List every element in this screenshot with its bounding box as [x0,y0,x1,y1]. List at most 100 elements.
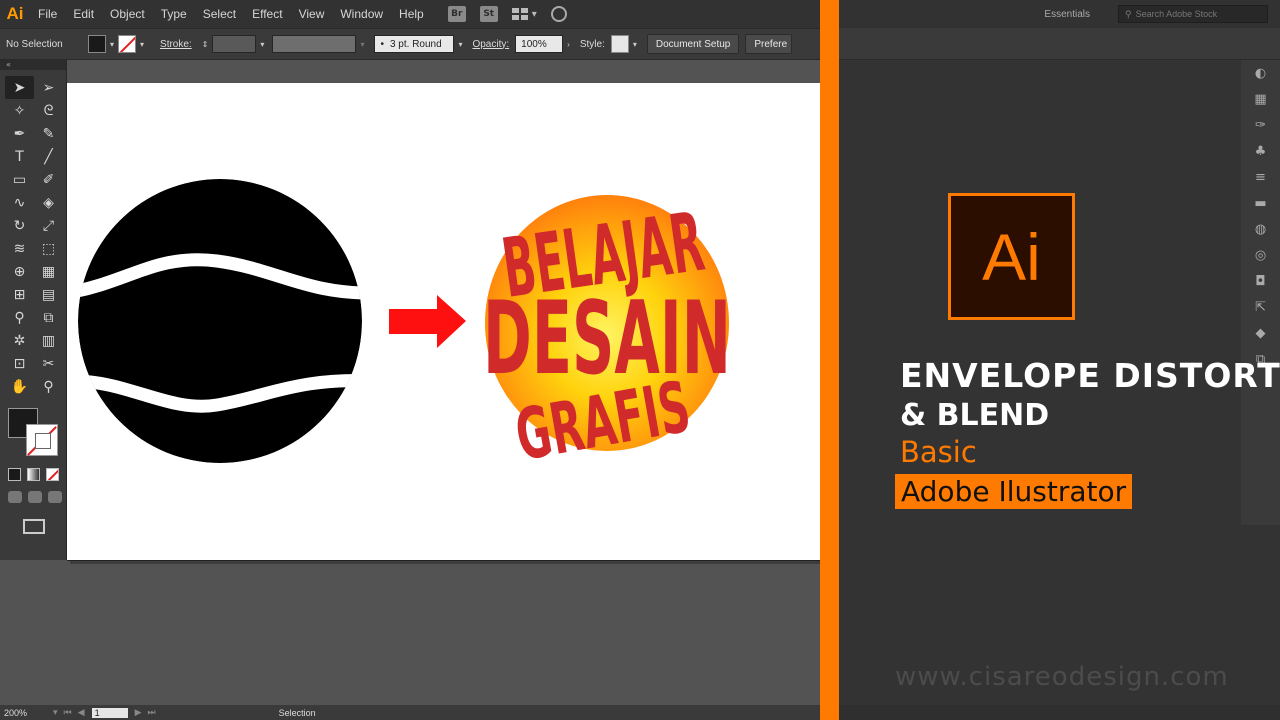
chevron-down-icon[interactable]: ▾ [106,40,118,49]
perspective-grid-tool-icon[interactable]: ▦ [34,260,63,283]
lasso-tool-icon[interactable]: ᘓ [34,99,63,122]
selection-tool-icon[interactable]: ➤ [5,76,34,99]
arrange-grid-icon [511,8,528,20]
document-setup-button[interactable]: Document Setup [646,34,740,54]
menu-file[interactable]: File [30,0,65,28]
screen-mode-icon[interactable] [23,519,45,534]
width-tool-icon[interactable]: ≋ [5,237,34,260]
type-tool-icon[interactable]: T [5,145,34,168]
control-bar: No Selection ▾ ▾ Stroke: ⇕ ▾ ▾ • 3 pt. R… [0,28,840,60]
previous-artboard-icon[interactable]: ◀ [75,707,88,718]
preferences-button[interactable]: Prefere [745,34,793,54]
variable-width-profile[interactable] [272,35,357,53]
menu-type[interactable]: Type [153,0,195,28]
arrow-right-icon [389,295,466,348]
curvature-tool-icon[interactable]: ✎ [34,122,63,145]
symbol-sprayer-tool-icon[interactable]: ✲ [5,329,34,352]
first-artboard-icon[interactable]: ⏮ [61,707,75,718]
stroke-weight-input[interactable] [212,35,257,53]
stepper-icon[interactable]: ⇕ [198,40,213,49]
envelope-distort-result[interactable]: BELAJAR DESAIN GRAFIS [483,195,731,477]
gradient-tool-icon[interactable]: ▤ [34,283,63,306]
menu-help[interactable]: Help [391,0,432,28]
stroke-color-box[interactable] [26,424,58,456]
status-bar: 200% ▾ ⏮ ◀ 1 ▶ ⏭ Selection [0,705,840,720]
collapse-panel-icon[interactable]: « [0,60,66,70]
draw-behind-icon[interactable] [28,491,42,503]
layers-panel-icon[interactable]: ◆ [1241,320,1280,346]
arrange-documents-button[interactable]: ▾ [511,8,537,20]
scale-tool-icon[interactable]: ⤢ [34,214,63,237]
chevron-right-icon[interactable]: › [563,40,574,49]
illustrator-app-icon[interactable]: Ai [0,0,30,28]
shaper-tool-icon[interactable]: ∿ [5,191,34,214]
stroke-panel-icon[interactable]: ≡ [1241,164,1280,190]
zoom-level[interactable]: 200% [0,708,50,718]
search-placeholder: Search Adobe Stock [1135,9,1218,19]
line-tool-icon[interactable]: ╱ [34,145,63,168]
eraser-tool-icon[interactable]: ◈ [34,191,63,214]
paintbrush-tool-icon[interactable]: ✐ [34,168,63,191]
promo-subtitle-basic: Basic [900,435,977,469]
transparency-panel-icon[interactable]: ◍ [1241,216,1280,242]
gradient-panel-icon[interactable]: ▬ [1241,190,1280,216]
color-panel-icon[interactable]: ◐ [1241,60,1280,86]
next-artboard-icon[interactable]: ▶ [132,707,145,718]
graphic-style-swatch[interactable] [610,35,629,53]
draw-inside-icon[interactable] [48,491,62,503]
gradient-mode-icon[interactable] [27,468,40,481]
graphic-styles-panel-icon[interactable]: ◘ [1241,268,1280,294]
gpu-performance-icon[interactable] [550,6,567,22]
workspace-switcher[interactable]: Essentials [1044,9,1090,20]
menu-object[interactable]: Object [102,0,153,28]
color-mode-icon[interactable] [8,468,21,481]
stroke-swatch[interactable] [118,35,137,53]
artboard[interactable]: BELAJAR DESAIN GRAFIS [67,83,847,561]
artboard-tool-icon[interactable]: ⊡ [5,352,34,375]
draw-normal-icon[interactable] [8,491,22,503]
free-transform-tool-icon[interactable]: ⬚ [34,237,63,260]
hand-tool-icon[interactable]: ✋ [5,375,34,398]
rectangle-tool-icon[interactable]: ▭ [5,168,34,191]
chevron-down-icon[interactable]: ▾ [256,40,268,49]
search-stock-input[interactable]: ⚲ Search Adobe Stock [1118,5,1268,23]
stroke-label[interactable]: Stroke: [154,39,198,50]
menu-edit[interactable]: Edit [65,0,102,28]
chevron-down-icon[interactable]: ▾ [136,40,148,49]
column-graph-tool-icon[interactable]: ▥ [34,329,63,352]
opacity-label[interactable]: Opacity: [466,39,515,50]
eyedropper-tool-icon[interactable]: ⚲ [5,306,34,329]
brush-definition[interactable]: • 3 pt. Round [374,35,455,53]
appearance-panel-icon[interactable]: ◎ [1241,242,1280,268]
slice-tool-icon[interactable]: ✂ [34,352,63,375]
magic-wand-tool-icon[interactable]: ✧ [5,99,34,122]
last-artboard-icon[interactable]: ⏭ [144,707,158,718]
tennis-ball-shape[interactable] [67,179,377,463]
menu-view[interactable]: View [291,0,333,28]
menu-effect[interactable]: Effect [244,0,290,28]
zoom-tool-icon[interactable]: ⚲ [34,375,63,398]
artboard-number-input[interactable]: 1 [91,707,128,718]
bridge-button[interactable]: Br [447,6,466,22]
swatches-panel-icon[interactable]: ▦ [1241,86,1280,112]
chevron-down-icon[interactable]: ▾ [629,40,641,49]
rotate-tool-icon[interactable]: ↻ [5,214,34,237]
fill-swatch[interactable] [88,35,106,53]
symbols-panel-icon[interactable]: ♣ [1241,138,1280,164]
blend-tool-icon[interactable]: ⧉ [34,306,63,329]
brushes-panel-icon[interactable]: ✑ [1241,112,1280,138]
none-mode-icon[interactable] [46,468,59,481]
menu-window[interactable]: Window [332,0,391,28]
export-panel-icon[interactable]: ⇱ [1241,294,1280,320]
shape-builder-tool-icon[interactable]: ⊕ [5,260,34,283]
opacity-input[interactable]: 100% [515,35,564,53]
menu-select[interactable]: Select [195,0,244,28]
status-mode[interactable]: Selection [279,708,316,718]
chevron-down-icon[interactable]: ▾ [50,707,61,718]
pen-tool-icon[interactable]: ✒ [5,122,34,145]
chevron-down-icon[interactable]: ▾ [454,40,466,49]
mesh-tool-icon[interactable]: ⊞ [5,283,34,306]
chevron-down-icon[interactable]: ▾ [356,40,368,49]
direct-selection-tool-icon[interactable]: ➢ [34,76,63,99]
stock-button[interactable]: St [479,6,498,22]
